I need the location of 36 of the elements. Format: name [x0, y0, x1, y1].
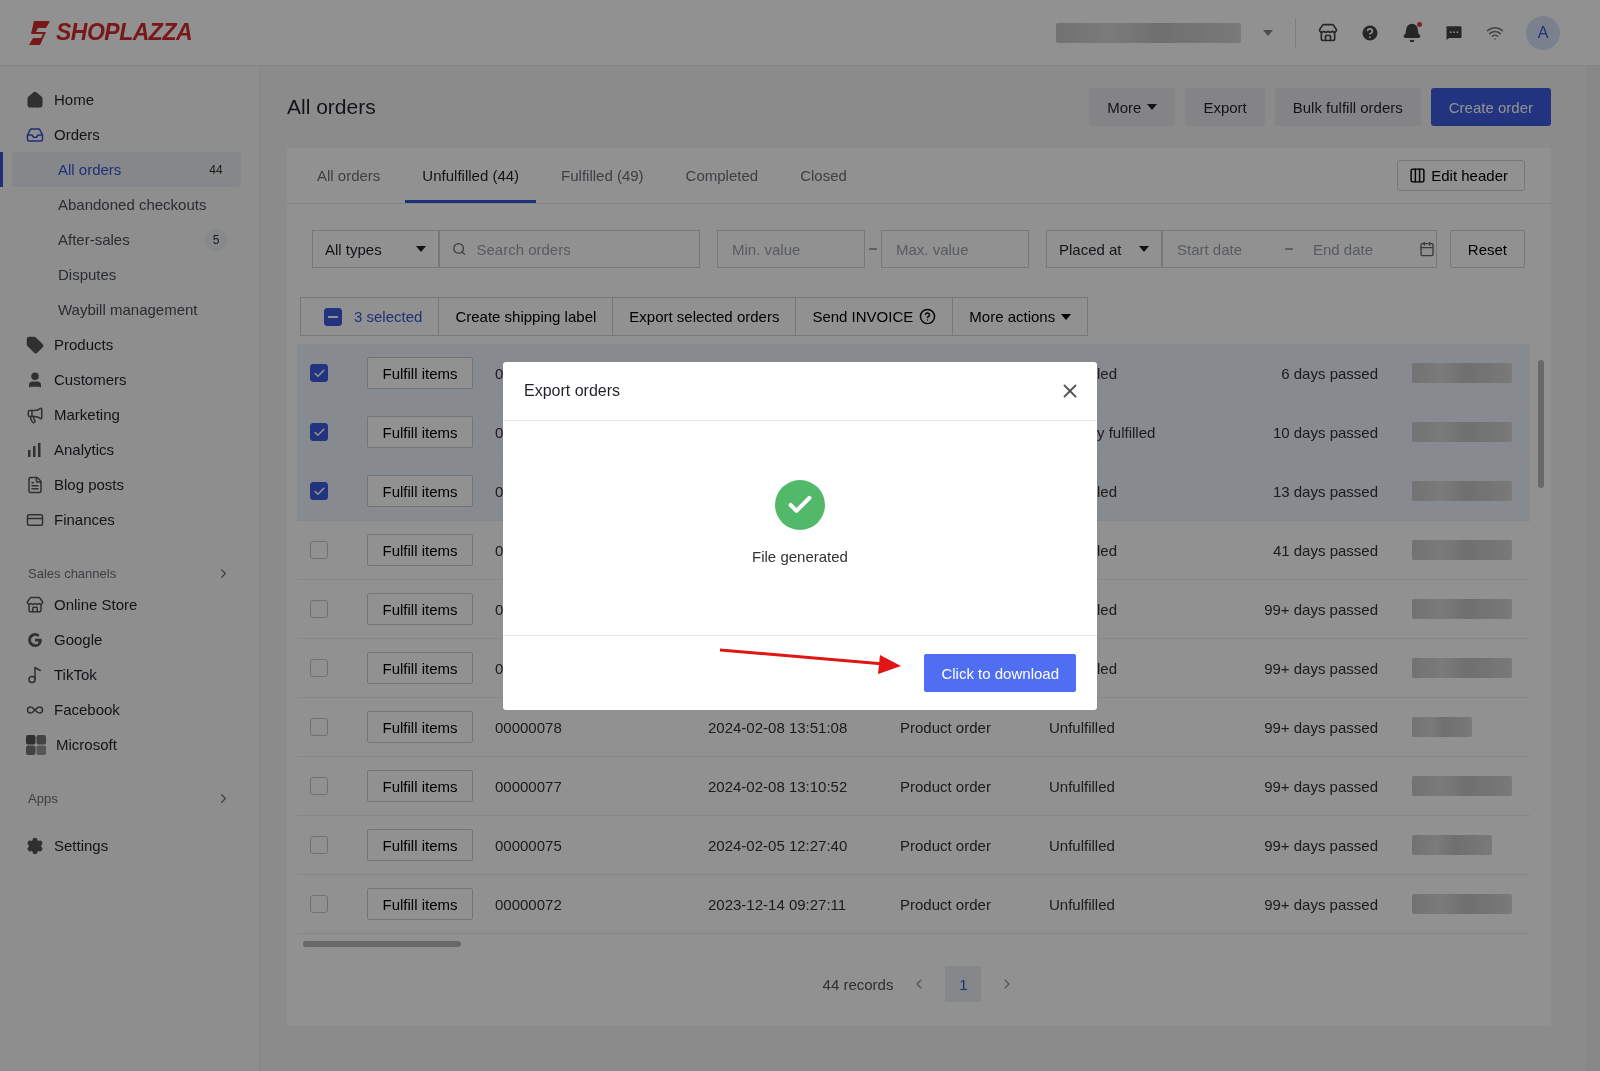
order-age: 99+ days passed — [1263, 777, 1379, 795]
fulfillment-status: Unfulfilled — [1049, 895, 1116, 913]
fulfillment-status: y fulfilled — [1096, 423, 1157, 441]
order-type: Product order — [900, 777, 992, 795]
fulfillment-status: led — [1096, 482, 1119, 500]
selected-count: 3 selected — [354, 308, 423, 325]
dialog-title: Export orders — [524, 382, 621, 400]
status-message: File generated — [752, 548, 848, 565]
logo-text: SHOPLAZZA — [56, 19, 193, 46]
fulfillment-status: led — [1096, 541, 1119, 559]
fulfillment-status: Unfulfilled — [1049, 718, 1116, 736]
order-age: 99+ days passed — [1263, 600, 1379, 618]
record-count: 44 records — [822, 975, 894, 993]
order-age: 13 days passed — [1271, 482, 1379, 500]
order-age: 99+ days passed — [1263, 836, 1379, 854]
order-age: 6 days passed — [1280, 364, 1379, 382]
fulfillment-status: led — [1096, 600, 1119, 618]
fulfillment-status: Unfulfilled — [1049, 836, 1116, 854]
section-label: Sales channels — [28, 566, 117, 581]
fulfillment-status: led — [1096, 364, 1119, 382]
order-type: Product order — [900, 718, 992, 736]
order-age: 99+ days passed — [1263, 659, 1379, 677]
page-title: All orders — [287, 95, 376, 119]
order-age: 99+ days passed — [1263, 895, 1379, 913]
order-age: 41 days passed — [1271, 541, 1379, 559]
order-age: 10 days passed — [1271, 423, 1379, 441]
fulfillment-status: Unfulfilled — [1049, 777, 1116, 795]
placed-date: 2023-12-14 09:27:11 — [708, 895, 848, 913]
order-type: Product order — [900, 895, 992, 913]
placed-date: 2024-02-08 13:10:52 — [708, 777, 849, 795]
count-badge: 5 — [205, 228, 227, 251]
section-label: Apps — [28, 791, 58, 806]
placed-date: 2024-02-05 12:27:40 — [708, 836, 849, 854]
order-type: Product order — [900, 836, 992, 854]
order-age: 99+ days passed — [1263, 718, 1379, 736]
placed-date: 2024-02-08 13:51:08 — [708, 718, 849, 736]
